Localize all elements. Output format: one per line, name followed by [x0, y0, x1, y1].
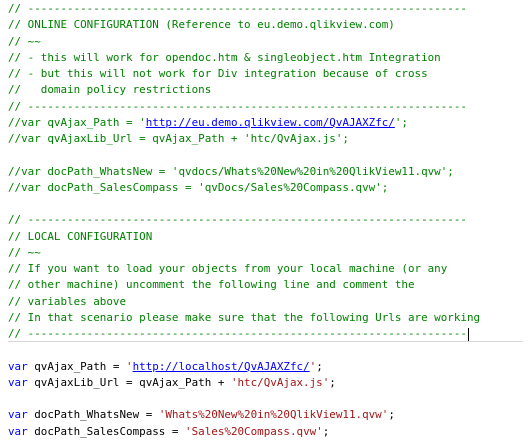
code-token: // variables above — [8, 294, 127, 308]
code-line[interactable]: // domain policy restrictions — [8, 82, 531, 98]
code-line[interactable]: //var docPath_SalesCompass = 'qvDocs/Sal… — [8, 180, 531, 196]
code-token: docPath_WhatsNew = — [27, 408, 159, 422]
code-line[interactable]: // ONLINE CONFIGURATION (Reference to eu… — [8, 17, 531, 33]
code-token: // ~~ — [8, 34, 41, 48]
code-line[interactable] — [8, 196, 531, 212]
code-token: var — [8, 408, 28, 422]
code-token: //var qvAjaxLib_Url = qvAjax_Path + 'htc… — [8, 132, 349, 145]
code-token: ; — [316, 359, 323, 373]
code-line[interactable]: //var qvAjax_Path = 'http://eu.demo.qlik… — [8, 115, 531, 131]
code-token: 'Sales%20Compass.qvw' — [185, 424, 323, 438]
code-token: 'Whats%20New%20in%20QlikView11.qvw' — [158, 408, 389, 422]
code-token: // -------------------------------------… — [8, 99, 467, 113]
code-line[interactable]: var qvAjax_Path = 'http://localhost/QvAJ… — [8, 359, 531, 375]
code-token: 'htc/QvAjax.js' — [230, 375, 330, 389]
code-token: // domain policy restrictions — [8, 83, 212, 97]
code-token: // LOCAL CONFIGURATION — [8, 229, 153, 243]
code-line[interactable]: //var qvAjaxLib_Url = qvAjax_Path + 'htc… — [8, 131, 531, 147]
code-token: //var docPath_WhatsNew = 'qvdocs/Whats%2… — [8, 164, 454, 178]
code-token: var — [8, 375, 28, 389]
code-token: var — [8, 359, 28, 373]
code-url-link[interactable]: http://localhost/QvAJAXZfc/ — [133, 360, 310, 373]
code-token: '; — [394, 115, 408, 129]
code-token: // - but this will not work for Div inte… — [8, 67, 428, 80]
code-line[interactable]: // -------------------------------------… — [8, 326, 531, 343]
code-line[interactable]: // other machine) uncomment the followin… — [8, 277, 531, 293]
text-caret — [467, 327, 469, 341]
code-token: var — [8, 424, 28, 438]
code-token: docPath_SalesCompass = — [27, 424, 186, 438]
code-line[interactable]: var docPath_WhatsNew = 'Whats%20New%20in… — [8, 407, 531, 423]
code-line[interactable]: // LOCAL CONFIGURATION — [8, 229, 531, 245]
code-token: // ONLINE CONFIGURATION (Reference to eu… — [8, 18, 395, 32]
code-token: qvAjaxLib_Url = qvAjax_Path + — [27, 375, 231, 389]
code-token: // If you want to load your objects from… — [8, 262, 448, 275]
code-line[interactable]: // - this will work for opendoc.htm & si… — [8, 50, 531, 66]
code-line[interactable]: // variables above — [8, 294, 531, 310]
code-token: // -------------------------------------… — [8, 327, 467, 340]
code-token: // -------------------------------------… — [8, 2, 467, 15]
code-line[interactable]: // In that scenario please make sure tha… — [8, 310, 531, 326]
code-token: // ~~ — [8, 245, 41, 259]
code-line[interactable]: var qvAjaxLib_Url = qvAjax_Path + 'htc/Q… — [8, 375, 531, 391]
code-token: qvAjax_Path = — [27, 359, 127, 373]
code-line[interactable] — [8, 391, 531, 407]
code-editor[interactable]: // -------------------------------------… — [0, 0, 531, 438]
code-line[interactable]: // -------------------------------------… — [8, 1, 531, 17]
code-token: // other machine) uncomment the followin… — [8, 278, 415, 292]
code-token: ; — [329, 375, 336, 389]
code-line[interactable]: // -------------------------------------… — [8, 99, 531, 115]
code-token: ; — [322, 424, 330, 438]
code-token: ; — [388, 408, 395, 422]
code-line[interactable] — [8, 342, 531, 358]
code-line[interactable]: // ~~ — [8, 34, 531, 50]
code-url-link[interactable]: http://eu.demo.qlikview.com/QvAJAXZfc/ — [146, 116, 395, 129]
code-line[interactable]: // ~~ — [8, 245, 531, 261]
code-token: // In that scenario please make sure tha… — [8, 310, 481, 324]
code-token: // - this will work for opendoc.htm & si… — [8, 50, 441, 64]
code-line[interactable]: // -------------------------------------… — [8, 212, 531, 228]
code-token: // -------------------------------------… — [8, 213, 467, 227]
code-line[interactable]: //var docPath_WhatsNew = 'qvdocs/Whats%2… — [8, 164, 531, 180]
code-line[interactable] — [8, 147, 531, 163]
code-line[interactable]: // If you want to load your objects from… — [8, 261, 531, 277]
code-token: //var qvAjax_Path = ' — [8, 115, 146, 129]
code-token: //var docPath_SalesCompass = 'qvDocs/Sal… — [8, 180, 389, 194]
code-line[interactable]: // - but this will not work for Div inte… — [8, 66, 531, 82]
code-line[interactable]: var docPath_SalesCompass = 'Sales%20Comp… — [8, 424, 531, 440]
